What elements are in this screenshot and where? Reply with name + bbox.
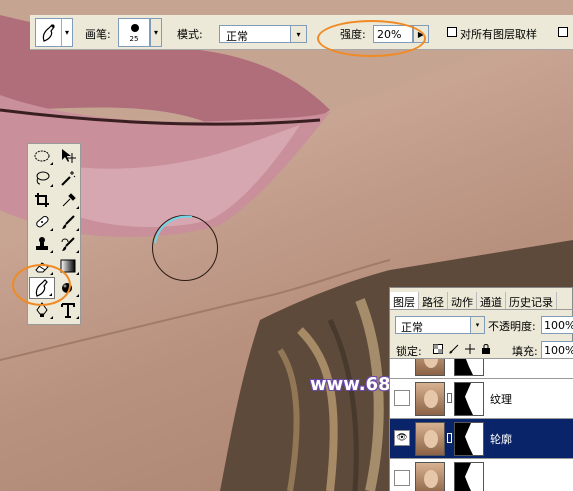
tab-channels[interactable]: 通道 [477, 292, 506, 309]
move-icon [62, 149, 76, 163]
crop-tool[interactable] [29, 189, 55, 211]
layer-row-texture[interactable]: 纹理 [390, 378, 573, 418]
fill-label: 填充: [512, 345, 538, 358]
paintbrush-icon [62, 215, 75, 229]
lock-all-icon[interactable] [480, 343, 491, 354]
brush-picker[interactable]: 25 [118, 18, 150, 47]
crop-icon [35, 193, 49, 207]
layer-row-outline[interactable]: 👁 轮廓 [390, 418, 573, 458]
ellipse-marquee-icon [34, 150, 50, 162]
type-icon [61, 303, 75, 318]
lock-label: 锁定: [396, 345, 422, 358]
layer-mask-thumbnail [454, 462, 484, 491]
layer-row-bottom[interactable] [390, 458, 573, 491]
layer-row-hidden-top[interactable] [390, 358, 573, 378]
tab-history[interactable]: 历史记录 [506, 292, 557, 309]
link-icon [447, 433, 452, 443]
brush-size: 25 [129, 35, 139, 43]
finger-painting-checkbox[interactable] [558, 27, 568, 37]
opacity-label: 不透明度: [488, 320, 536, 333]
lock-pixels-icon[interactable] [448, 343, 459, 354]
tool-preset-picker[interactable]: ▾ [35, 18, 73, 47]
lock-position-icon[interactable] [464, 343, 475, 354]
mode-select[interactable]: 正常 ▾ [219, 25, 307, 43]
brush-label: 画笔: [85, 28, 111, 41]
fill-input[interactable]: 100% [541, 341, 573, 359]
brush-cursor [152, 215, 218, 281]
layer-mask-thumbnail [454, 382, 484, 416]
lock-transparency-icon[interactable] [432, 343, 443, 354]
bandage-icon [36, 215, 49, 228]
lasso-icon [36, 171, 50, 185]
tab-actions[interactable]: 动作 [448, 292, 477, 309]
lasso-tool[interactable] [29, 167, 55, 189]
layer-name: 纹理 [490, 393, 512, 406]
lock-options [432, 343, 491, 354]
layer-thumbnail [415, 382, 445, 416]
marquee-tool[interactable] [29, 145, 55, 167]
layer-mask-thumbnail [454, 359, 484, 376]
clone-stamp-tool[interactable] [29, 233, 55, 255]
chevron-down-icon: ▾ [64, 28, 69, 37]
brush-tip-icon [131, 24, 139, 32]
mode-label: 模式: [177, 28, 203, 41]
strength-highlight-ring [317, 20, 426, 57]
type-tool[interactable] [55, 299, 81, 321]
move-tool[interactable] [55, 145, 81, 167]
panel-tabs: 图层 路径 动作 通道 历史记录 [390, 292, 573, 310]
healing-brush-tool[interactable] [29, 211, 55, 233]
layer-mask-thumbnail [454, 422, 484, 456]
sample-all-layers-checkbox[interactable] [447, 27, 457, 37]
tab-paths[interactable]: 路径 [419, 292, 448, 309]
smudge-tool-icon [36, 19, 62, 46]
layer-name: 轮廓 [490, 433, 512, 446]
chevron-down-icon: ▾ [470, 317, 484, 333]
mode-value: 正常 [226, 30, 248, 43]
magic-wand-icon [61, 171, 76, 186]
visibility-toggle[interactable] [394, 390, 410, 406]
stamp-icon [36, 237, 48, 250]
magic-wand-tool[interactable] [55, 167, 81, 189]
options-bar: ▾ 画笔: 25 ▾ 模式: 正常 ▾ 强度: 20% ▶ 对所有图层取样 [30, 15, 573, 50]
chevron-down-icon: ▾ [290, 26, 306, 42]
blend-mode-select[interactable]: 正常 ▾ [395, 316, 485, 334]
layer-thumbnail [415, 422, 445, 456]
eyedropper-icon [62, 193, 76, 207]
visibility-toggle[interactable] [394, 470, 410, 486]
smudge-tool-highlight-ring [12, 264, 71, 306]
slice-tool[interactable] [55, 189, 81, 211]
layers-panel: 图层 路径 动作 通道 历史记录 正常 ▾ 不透明度: 100% 锁定: 填充:… [389, 287, 573, 491]
blend-mode-value: 正常 [401, 321, 423, 334]
fill-value: 100% [544, 344, 573, 357]
tab-layers[interactable]: 图层 [390, 292, 419, 309]
brush-tool[interactable] [55, 211, 81, 233]
history-brush-tool[interactable] [55, 233, 81, 255]
history-brush-icon [61, 237, 75, 251]
layer-thumbnail [415, 462, 445, 491]
layer-thumbnail [415, 359, 445, 376]
brush-stroke-arc [154, 215, 193, 244]
link-icon [447, 393, 452, 403]
opacity-value: 100% [544, 319, 573, 332]
opacity-input[interactable]: 100% [541, 316, 573, 334]
eye-icon[interactable]: 👁 [394, 430, 410, 446]
brush-dropdown-button[interactable]: ▾ [150, 18, 162, 47]
sample-all-layers-label: 对所有图层取样 [460, 28, 537, 41]
